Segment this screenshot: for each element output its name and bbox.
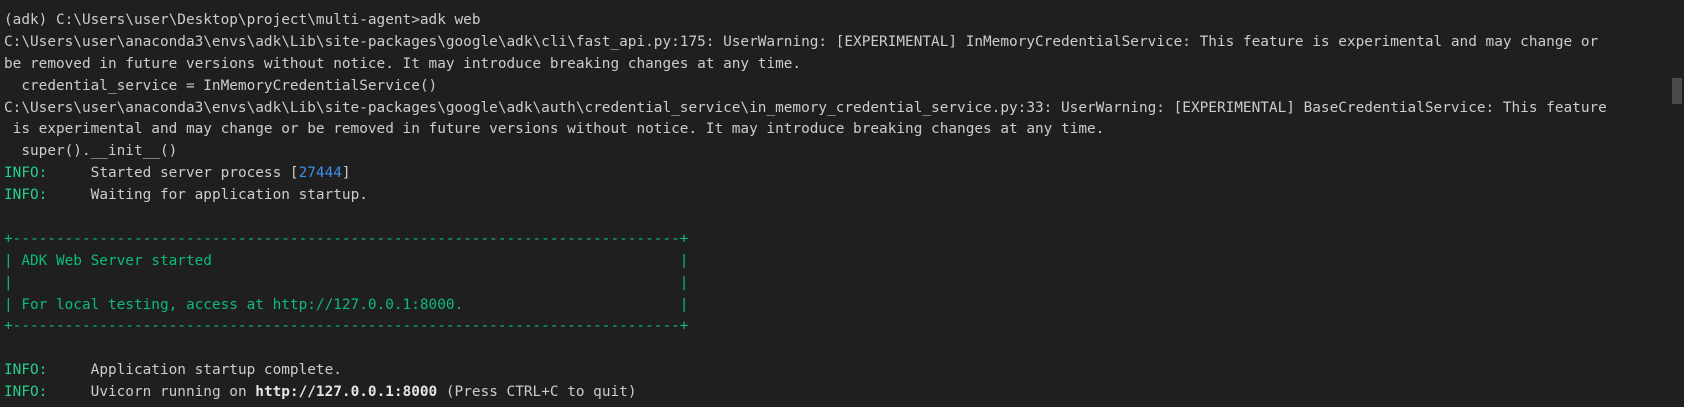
warning-code-line: super().__init__(): [4, 143, 178, 160]
box-access-line: | For local testing, access at http://12…: [4, 296, 689, 313]
warning-line: is experimental and may change or be rem…: [4, 121, 1105, 138]
info-label: INFO:: [4, 362, 48, 379]
process-id: 27444: [298, 165, 342, 182]
log-text: Waiting for application startup.: [90, 187, 368, 204]
warning-line: C:\Users\user\anaconda3\envs\adk\Lib\sit…: [4, 33, 1599, 50]
vertical-scrollbar[interactable]: [1670, 0, 1684, 407]
warning-line: C:\Users\user\anaconda3\envs\adk\Lib\sit…: [4, 99, 1607, 116]
info-spacer: [47, 362, 90, 378]
log-text: Uvicorn running on: [90, 384, 256, 401]
warning-line: be removed in future versions without no…: [4, 55, 802, 72]
box-border-top: +---------------------------------------…: [4, 230, 689, 247]
log-text: Application startup complete.: [90, 362, 342, 379]
info-spacer: [47, 187, 90, 203]
info-spacer: [47, 165, 90, 181]
log-text: (Press CTRL+C to quit): [437, 384, 637, 401]
scrollbar-thumb[interactable]: [1672, 78, 1682, 104]
log-line: INFO: Uvicorn running on http://127.0.0.…: [4, 382, 1666, 404]
prompt-line: (adk) C:\Users\user\Desktop\project\mult…: [4, 12, 481, 28]
log-line: INFO: Started server process [27444]: [4, 163, 1666, 185]
box-title: | ADK Web Server started |: [4, 252, 689, 269]
info-label: INFO:: [4, 384, 48, 401]
info-spacer: [47, 384, 90, 400]
log-text: ]: [341, 165, 351, 182]
log-text: Started server process [: [90, 165, 299, 182]
box-border-bottom: +---------------------------------------…: [4, 318, 689, 335]
terminal-window[interactable]: (adk) C:\Users\user\Desktop\project\mult…: [0, 0, 1684, 407]
warning-code-line: credential_service = InMemoryCredentialS…: [4, 77, 438, 94]
info-label: INFO:: [4, 165, 48, 182]
box-blank: | |: [4, 274, 689, 291]
server-url-link[interactable]: http://127.0.0.1:8000: [255, 384, 437, 400]
log-line: INFO: Waiting for application startup.: [4, 185, 1666, 207]
log-line: INFO: Application startup complete.: [4, 360, 1666, 382]
terminal-output: (adk) C:\Users\user\Desktop\project\mult…: [4, 10, 1666, 404]
info-label: INFO:: [4, 187, 48, 204]
